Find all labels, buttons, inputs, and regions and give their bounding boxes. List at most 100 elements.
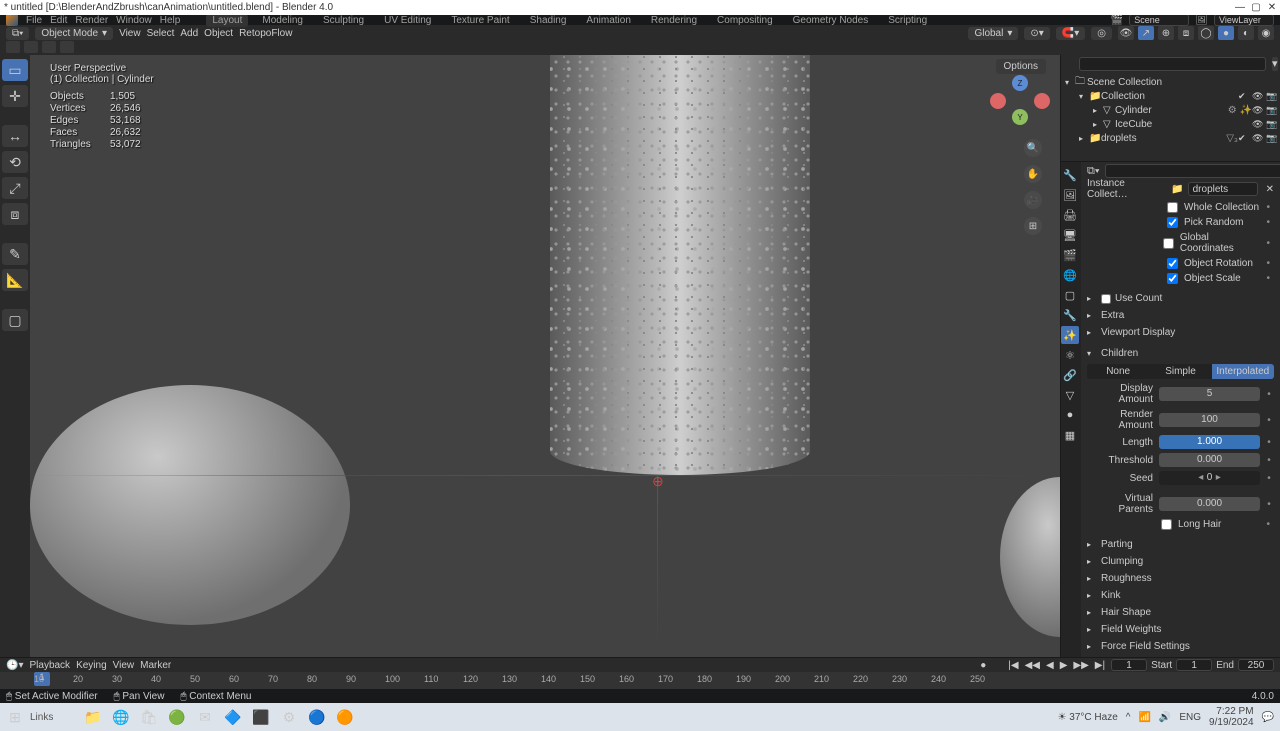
task-blender-icon[interactable]: 🟠 xyxy=(334,706,356,728)
prop-tab-object[interactable]: ▢ xyxy=(1061,286,1079,304)
prop-tab-texture[interactable]: ▦ xyxy=(1061,426,1079,444)
axis-neg-x-icon[interactable] xyxy=(990,93,1006,109)
prop-tab-modifiers[interactable]: 🔧 xyxy=(1061,306,1079,324)
axis-z-icon[interactable]: Z xyxy=(1012,75,1028,91)
editor-type[interactable]: ⧉▾ xyxy=(6,27,29,40)
task-vscode-icon[interactable]: 🔷 xyxy=(222,706,244,728)
task-mail-icon[interactable]: ✉ xyxy=(194,706,216,728)
tab-layout[interactable]: Layout xyxy=(206,14,248,27)
matprev-shading-icon[interactable]: ◐ xyxy=(1238,26,1254,40)
tool-scale[interactable]: ⤢ xyxy=(2,177,28,199)
tab-modeling[interactable]: Modeling xyxy=(256,14,309,27)
props-editor-icon[interactable]: ⧉▾ xyxy=(1087,165,1099,178)
seed-value[interactable]: ◂0▸ xyxy=(1159,471,1260,485)
props-search[interactable] xyxy=(1105,164,1280,178)
clock-time[interactable]: 7:22 PM xyxy=(1209,706,1254,717)
solid-shading-icon[interactable]: ● xyxy=(1218,26,1234,40)
snap-toggle[interactable]: 🧲▾ xyxy=(1056,27,1085,40)
hdr-object[interactable]: Object xyxy=(204,28,233,39)
tool-add-cube[interactable]: ▢ xyxy=(2,309,28,331)
menu-window[interactable]: Window xyxy=(116,15,152,26)
panel-viewport-display[interactable]: ▸Viewport Display xyxy=(1083,324,1278,341)
tab-animation[interactable]: Animation xyxy=(580,14,636,27)
prop-tab-render[interactable]: 🖼 xyxy=(1061,186,1079,204)
current-frame[interactable] xyxy=(1111,659,1147,671)
tool-rotate[interactable]: ⟲ xyxy=(2,151,28,173)
render-shading-icon[interactable]: ◉ xyxy=(1258,26,1274,40)
prop-tab-constraints[interactable]: 🔗 xyxy=(1061,366,1079,384)
task-obs-icon[interactable]: ⚙ xyxy=(278,706,300,728)
zoom-icon[interactable]: 🔍 xyxy=(1024,139,1042,157)
panel-roughness[interactable]: ▸Roughness xyxy=(1083,570,1278,587)
proportional-toggle[interactable]: ◎ xyxy=(1091,27,1112,40)
panel-children[interactable]: ▾Children xyxy=(1083,345,1278,362)
outliner-item-collection[interactable]: ▾📁Collection✔👁📷 xyxy=(1061,89,1280,103)
wifi-icon[interactable]: 📶 xyxy=(1138,712,1150,723)
notifications-icon[interactable]: 💬 xyxy=(1262,712,1274,723)
panel-force-field-settings[interactable]: ▸Force Field Settings xyxy=(1083,638,1278,655)
outliner-item-cylinder[interactable]: ▸▽Cylinder⚙ ✨👁📷 xyxy=(1061,103,1280,117)
prop-tab-output[interactable]: 🖨 xyxy=(1061,206,1079,224)
gizmo-icon[interactable]: ↗ xyxy=(1138,26,1154,40)
viewport-3d[interactable]: ⊕ User Perspective (1) Collection | Cyli… xyxy=(30,55,1060,657)
orientation-dropdown[interactable]: Global▾ xyxy=(968,27,1018,40)
wire-shading-icon[interactable]: ◯ xyxy=(1198,26,1214,40)
children-tab-interpolated[interactable]: Interpolated xyxy=(1212,364,1274,379)
tab-rendering[interactable]: Rendering xyxy=(645,14,703,27)
task-explorer-icon[interactable]: 📁 xyxy=(82,706,104,728)
tool-measure[interactable]: 📐 xyxy=(2,269,28,291)
task-app-icon[interactable]: ⬛ xyxy=(250,706,272,728)
keyframe-prev-icon[interactable]: ◀◀ xyxy=(1025,660,1040,671)
tab-sculpting[interactable]: Sculpting xyxy=(317,14,370,27)
min-button[interactable]: — xyxy=(1232,2,1248,13)
panel-clumping[interactable]: ▸Clumping xyxy=(1083,553,1278,570)
tab-uv[interactable]: UV Editing xyxy=(378,14,437,27)
task-edge-icon[interactable]: 🌐 xyxy=(110,706,132,728)
max-button[interactable]: ▢ xyxy=(1248,2,1264,13)
visibility-icon[interactable]: 👁 xyxy=(1118,26,1134,40)
prop-tab-tool[interactable]: 🔧 xyxy=(1061,166,1079,184)
mode-dropdown[interactable]: Object Mode▾ xyxy=(35,27,113,40)
virtual-parents-value[interactable]: 0.000 xyxy=(1159,497,1260,511)
timeline-marker[interactable]: Marker xyxy=(140,660,171,671)
render-amount-value[interactable]: 100 xyxy=(1159,413,1260,427)
play-rev-icon[interactable]: ◀ xyxy=(1046,660,1054,671)
tool-move[interactable]: ↔ xyxy=(2,125,28,147)
prop-tab-material[interactable]: ● xyxy=(1061,406,1079,424)
prop-tab-scene[interactable]: 🎬 xyxy=(1061,246,1079,264)
close-button[interactable]: ✕ xyxy=(1264,2,1280,13)
timeline-view[interactable]: View xyxy=(113,660,135,671)
menu-help[interactable]: Help xyxy=(160,15,181,26)
taskbar-search[interactable]: Links xyxy=(30,712,76,723)
hdr-retopo[interactable]: RetopoFlow xyxy=(239,28,292,39)
clock-date[interactable]: 9/19/2024 xyxy=(1209,717,1254,728)
weather[interactable]: ☀ 37°C Haze xyxy=(1058,712,1118,723)
hdr-select[interactable]: Select xyxy=(147,28,175,39)
collection-field[interactable] xyxy=(1188,182,1258,196)
overlay-icon[interactable]: ⊕ xyxy=(1158,26,1174,40)
pan-icon[interactable]: ✋ xyxy=(1024,165,1042,183)
prop-tab-viewlayer[interactable]: 🖥 xyxy=(1061,226,1079,244)
task-store-icon[interactable]: 🛍 xyxy=(138,706,160,728)
hdr-add[interactable]: Add xyxy=(180,28,198,39)
start-button[interactable]: ⊞ xyxy=(6,708,24,726)
timeline-keying[interactable]: Keying xyxy=(76,660,107,671)
prop-tab-physics[interactable]: ⚛ xyxy=(1061,346,1079,364)
clear-collection-icon[interactable]: ✕ xyxy=(1266,184,1274,195)
tab-scripting[interactable]: Scripting xyxy=(882,14,933,27)
outliner-search[interactable] xyxy=(1079,57,1266,71)
axis-y-icon[interactable]: Y xyxy=(1012,109,1028,125)
tool-select-box[interactable]: ▭ xyxy=(2,59,28,81)
volume-icon[interactable]: 🔊 xyxy=(1159,712,1171,723)
tool-annotate[interactable]: ✎ xyxy=(2,243,28,265)
viewport-options[interactable]: Options xyxy=(996,59,1046,74)
select-mode-1[interactable] xyxy=(6,41,20,53)
nav-gizmo[interactable]: Z Y xyxy=(990,75,1050,135)
tool-transform[interactable]: ⧈ xyxy=(2,203,28,225)
xray-icon[interactable]: ⧈ xyxy=(1178,26,1194,40)
pivot-dropdown[interactable]: ⊙▾ xyxy=(1024,27,1049,40)
outliner-item-icecube[interactable]: ▸▽IceCube👁📷 xyxy=(1061,117,1280,131)
outliner-item-droplets[interactable]: ▸📁droplets▽₃✔👁📷 xyxy=(1061,131,1280,145)
tab-compositing[interactable]: Compositing xyxy=(711,14,779,27)
panel-kink[interactable]: ▸Kink xyxy=(1083,587,1278,604)
